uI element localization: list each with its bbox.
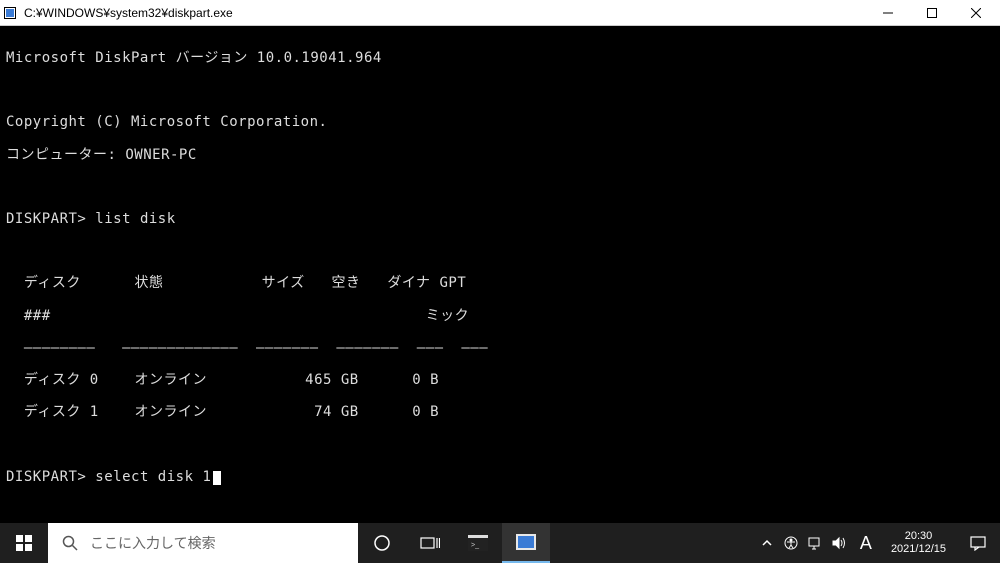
tray-clock[interactable]: 20:30 2021/12/15 <box>881 530 956 556</box>
prompt-line-2: DISKPART> select disk 1 <box>6 469 994 485</box>
blank <box>6 436 994 452</box>
blank <box>6 243 994 259</box>
window-controls <box>866 0 998 26</box>
table-header-1: ディスク 状態 サイズ 空き ダイナ GPT <box>6 275 994 291</box>
search-placeholder: ここに入力して検索 <box>90 533 216 553</box>
search-icon <box>62 535 78 551</box>
console-output[interactable]: Microsoft DiskPart バージョン 10.0.19041.964 … <box>0 26 1000 525</box>
prompt: DISKPART> <box>6 469 95 485</box>
tray-volume-icon[interactable] <box>827 523 851 563</box>
minimize-button[interactable] <box>866 0 910 26</box>
start-button[interactable] <box>0 523 48 563</box>
tray-network-icon[interactable] <box>803 523 827 563</box>
table-row: ディスク 0 オンライン 465 GB 0 B <box>6 372 994 388</box>
window-title: C:¥WINDOWS¥system32¥diskpart.exe <box>24 6 866 20</box>
table-header-2: ### ミック <box>6 308 994 324</box>
ime-indicator[interactable]: A <box>851 523 881 563</box>
cortana-button[interactable] <box>358 523 406 563</box>
table-row: ディスク 1 オンライン 74 GB 0 B <box>6 404 994 420</box>
task-view-button[interactable] <box>406 523 454 563</box>
titlebar[interactable]: C:¥WINDOWS¥system32¥diskpart.exe <box>0 0 1000 26</box>
computer-line: コンピューター: OWNER-PC <box>6 147 994 163</box>
blank <box>6 179 994 195</box>
tray-time: 20:30 <box>891 530 946 543</box>
search-box[interactable]: ここに入力して検索 <box>48 523 358 563</box>
table-separator: –––––––– ––––––––––––– ––––––– ––––––– –… <box>6 340 994 356</box>
prompt-line-1: DISKPART> list disk <box>6 211 994 227</box>
close-button[interactable] <box>954 0 998 26</box>
command-text: list disk <box>95 211 175 227</box>
tray-chevron-up-icon[interactable] <box>755 523 779 563</box>
maximize-button[interactable] <box>910 0 954 26</box>
command-text: select disk 1 <box>95 469 211 485</box>
taskbar-app-cmd[interactable]: >_ <box>454 523 502 563</box>
cursor <box>213 471 221 485</box>
app-window: C:¥WINDOWS¥system32¥diskpart.exe Microso… <box>0 0 1000 523</box>
prompt: DISKPART> <box>6 211 95 227</box>
tray-ease-of-access-icon[interactable] <box>779 523 803 563</box>
system-tray: A 20:30 2021/12/15 <box>755 523 1000 563</box>
copyright-line: Copyright (C) Microsoft Corporation. <box>6 114 994 130</box>
taskbar: ここに入力して検索 >_ A 20:30 2021/12/15 <box>0 523 1000 563</box>
taskbar-app-diskpart[interactable] <box>502 523 550 563</box>
version-line: Microsoft DiskPart バージョン 10.0.19041.964 <box>6 50 994 66</box>
app-icon <box>2 5 18 21</box>
notifications-button[interactable] <box>956 523 1000 563</box>
tray-date: 2021/12/15 <box>891 543 946 556</box>
svg-text:>_: >_ <box>471 542 479 549</box>
blank <box>6 82 994 98</box>
